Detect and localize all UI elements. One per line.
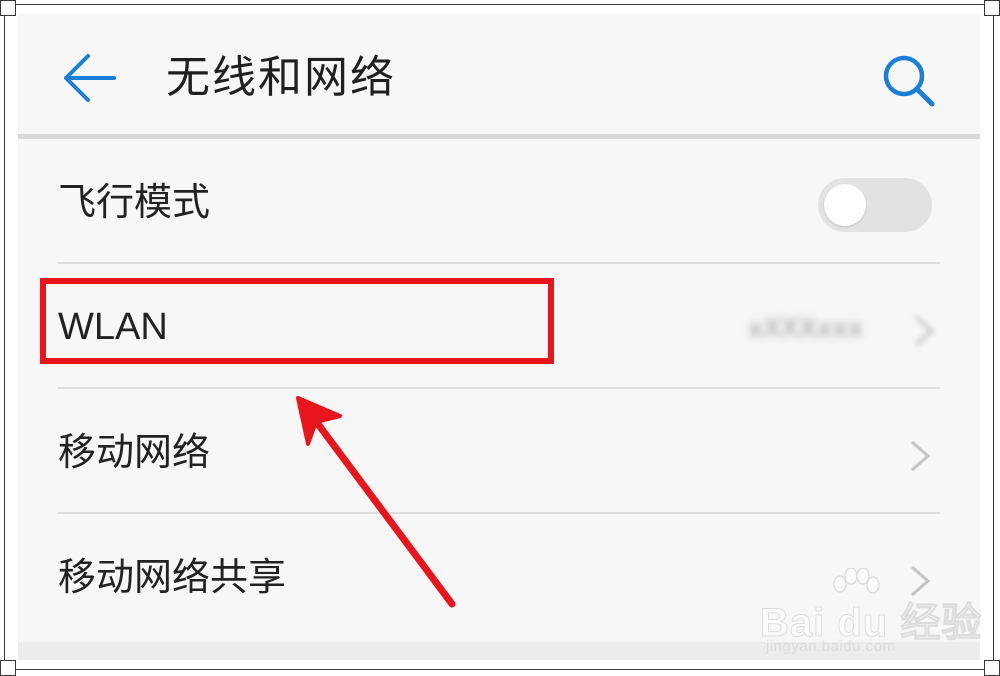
frame-corner	[0, 0, 16, 16]
baidu-watermark: Bai du 经验 jingyan.baidu.com	[759, 568, 982, 658]
frame-corner	[984, 660, 1000, 676]
row-label: 移动网络	[58, 430, 211, 474]
row-label: 飞行模式	[58, 180, 211, 224]
settings-row-airplane-mode[interactable]: 飞行模式	[18, 139, 980, 264]
chevron-right-icon	[915, 315, 935, 347]
search-icon[interactable]	[880, 52, 936, 108]
settings-row-mobile-network[interactable]: 移动网络	[18, 389, 980, 514]
arrow-left-icon[interactable]	[60, 52, 116, 104]
toggle-knob	[824, 184, 866, 226]
airplane-mode-toggle[interactable]	[818, 178, 932, 232]
settings-list: 飞行模式 WLAN xXXXxxx 移动网络 移动网络共享	[18, 139, 980, 639]
row-label: 移动网络共享	[58, 555, 287, 599]
wlan-highlight-box	[40, 278, 554, 364]
frame-corner	[0, 660, 16, 676]
watermark-url: jingyan.baidu.com	[766, 638, 896, 655]
frame-corner	[984, 0, 1000, 16]
chevron-right-icon	[911, 440, 931, 472]
app-bar: 无线和网络	[18, 14, 980, 139]
page-title: 无线和网络	[166, 52, 396, 103]
wlan-network-name: xXXXxxx	[748, 314, 863, 344]
